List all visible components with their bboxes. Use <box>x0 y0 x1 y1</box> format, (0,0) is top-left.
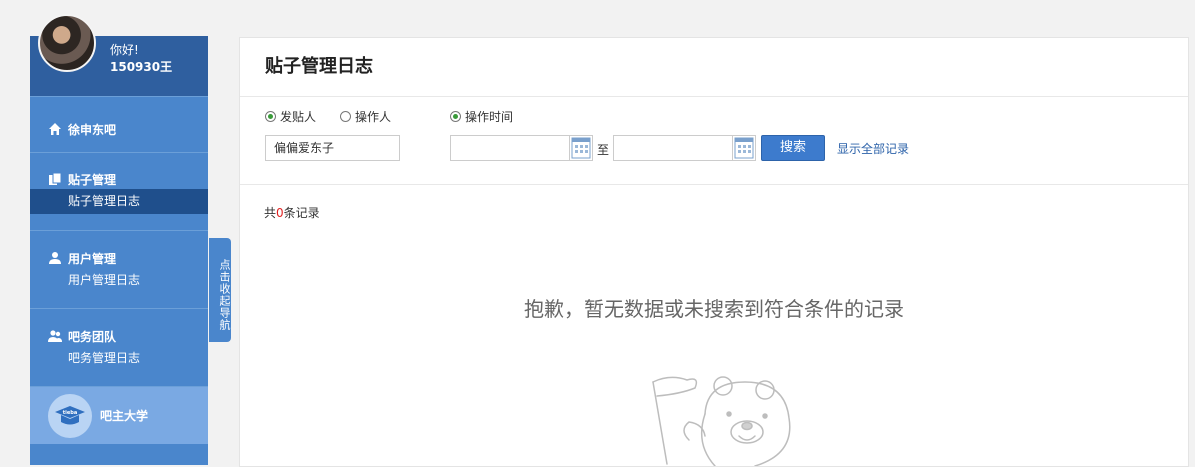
empty-bear-illustration <box>652 376 791 466</box>
count-suffix: 条记录 <box>283 206 320 220</box>
section-title: 用户管理 <box>68 251 117 266</box>
sidebar-section-team: 吧务团队 吧务管理日志 <box>30 308 208 386</box>
radio-operation-time[interactable]: 操作时间 <box>450 108 513 125</box>
calendar-icon[interactable] <box>732 135 756 161</box>
user-profile: 你好! 150930王 <box>30 14 208 96</box>
sidebar-section-posts: 贴子管理 贴子管理日志 <box>30 152 208 230</box>
radio-label: 操作人 <box>355 110 392 124</box>
forum-label: 徐申东吧 <box>68 122 117 137</box>
sidebar: 你好! 150930王 徐申东吧 贴子管理 贴子管理日志 用户管理 用户管理日志… <box>30 14 208 465</box>
date-from-input[interactable] <box>450 135 570 161</box>
user-icon <box>49 252 61 264</box>
section-title: 吧务团队 <box>68 329 117 344</box>
count-value: 0 <box>276 206 284 220</box>
group-icon <box>48 330 62 342</box>
search-button[interactable]: 搜索 <box>761 135 825 161</box>
empty-message: 抱歉，暂无数据或未搜索到符合条件的记录 <box>524 297 904 321</box>
college-badge-text: tieba <box>63 410 77 416</box>
college-label: 吧主大学 <box>100 409 149 423</box>
graduation-cap-icon: tieba <box>48 393 92 438</box>
sidebar-item-user-log[interactable]: 用户管理日志 <box>30 268 208 293</box>
avatar[interactable] <box>38 14 96 72</box>
sidebar-item-college[interactable]: tieba 吧主大学 <box>30 386 208 444</box>
radio-poster[interactable]: 发贴人 <box>265 108 316 125</box>
user-name[interactable]: 150930王 <box>110 59 172 76</box>
sidebar-item-post-log[interactable]: 贴子管理日志 <box>30 189 208 214</box>
main-panel: 贴子管理日志 发贴人 操作人 操作时间 偏偏爱东子 至 搜索 显示全部记录 共0… <box>239 37 1189 467</box>
count-prefix: 共 <box>264 206 277 220</box>
collapse-nav-tab[interactable]: 点击收起导航 <box>209 238 231 342</box>
sidebar-item-team[interactable]: 吧务团队 <box>30 326 208 346</box>
date-to-input[interactable] <box>613 135 733 161</box>
calendar-icon[interactable] <box>569 135 593 161</box>
radio-label: 操作时间 <box>465 110 514 124</box>
page-title: 贴子管理日志 <box>240 38 1188 97</box>
sidebar-item-posts[interactable]: 贴子管理 <box>30 169 208 189</box>
radio-dot <box>265 111 276 122</box>
filter-bar: 发贴人 操作人 操作时间 偏偏爱东子 至 搜索 显示全部记录 <box>240 97 1188 185</box>
radio-operator[interactable]: 操作人 <box>340 108 391 125</box>
radio-dot <box>450 111 461 122</box>
to-label: 至 <box>597 143 610 157</box>
radio-dot <box>340 111 351 122</box>
section-title: 贴子管理 <box>68 172 117 187</box>
document-icon <box>49 172 62 185</box>
sidebar-item-users[interactable]: 用户管理 <box>30 248 208 268</box>
sidebar-item-forum[interactable]: 徐申东吧 <box>30 96 208 152</box>
radio-label: 发贴人 <box>280 110 317 124</box>
show-all-link[interactable]: 显示全部记录 <box>837 140 909 157</box>
user-greeting: 你好! 150930王 <box>110 42 172 76</box>
home-icon <box>49 123 61 135</box>
name-input[interactable]: 偏偏爱东子 <box>265 135 400 161</box>
sidebar-section-users: 用户管理 用户管理日志 <box>30 230 208 308</box>
record-count: 共0条记录 <box>264 204 320 221</box>
sidebar-item-team-log[interactable]: 吧务管理日志 <box>30 346 208 371</box>
greeting-text: 你好! <box>110 43 139 57</box>
